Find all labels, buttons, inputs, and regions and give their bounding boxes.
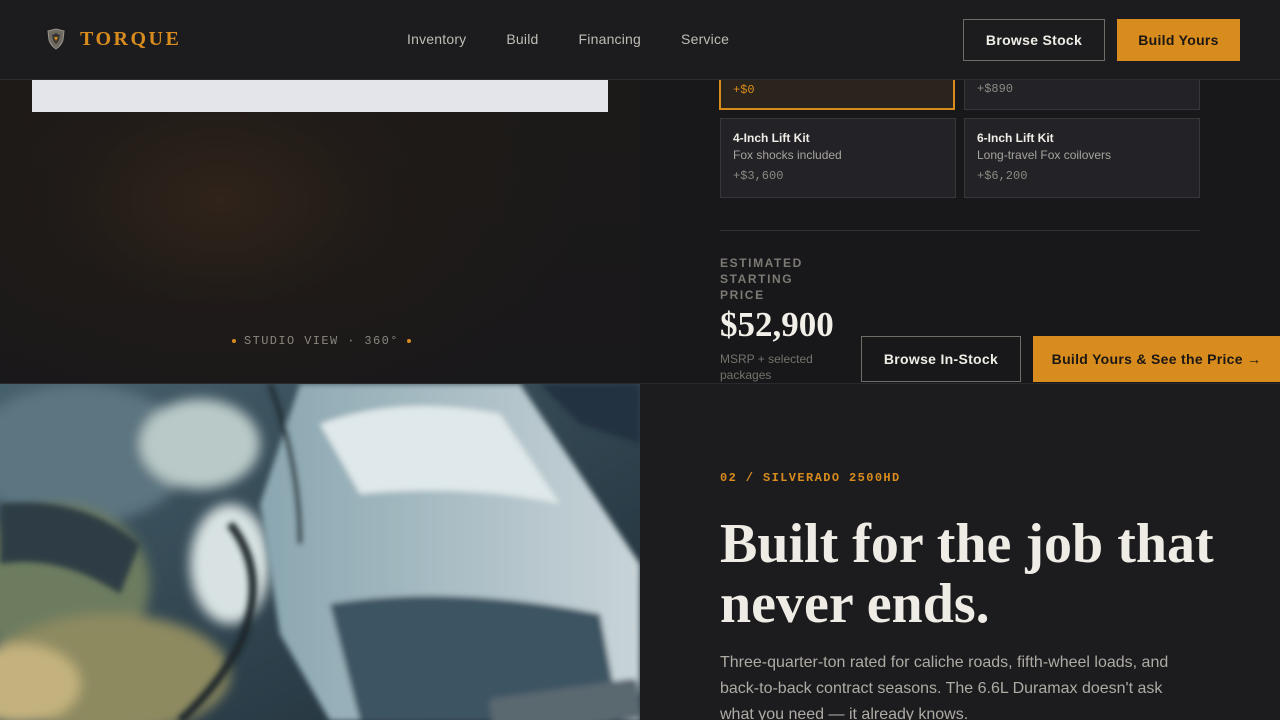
- option-card-6-inch-lift[interactable]: 6-Inch Lift Kit Long-travel Fox coilover…: [964, 118, 1200, 198]
- option-price: +$0: [733, 83, 755, 97]
- studio-caption: STUDIO VIEW · 360°: [232, 334, 411, 348]
- feature-body: Three-quarter-ton rated for caliche road…: [720, 654, 1169, 720]
- brand-logo[interactable]: TORQUE: [44, 27, 181, 51]
- nav-item-build[interactable]: Build: [506, 31, 538, 47]
- browse-in-stock-button[interactable]: Browse In-Stock: [861, 336, 1021, 382]
- page: STUDIO VIEW · 360° +$0 +$890 4-Inch Lift…: [0, 0, 1280, 720]
- truck-photo-image: [0, 384, 640, 720]
- caption-dot-left: [232, 339, 236, 343]
- build-yours-button[interactable]: Build Yours: [1117, 19, 1240, 61]
- price-divider: [720, 230, 1200, 231]
- caption-dot-right: [406, 339, 411, 343]
- build-and-price-button[interactable]: Build Yours & See the Price →: [1033, 336, 1280, 382]
- nav-item-financing[interactable]: Financing: [579, 31, 642, 47]
- studio-caption-text: STUDIO VIEW · 360°: [244, 334, 399, 348]
- estimate-price: $52,900: [720, 305, 834, 344]
- feature-section: 02 / SILVERADO 2500HD Built for the job …: [0, 383, 1280, 720]
- option-subtitle: Fox shocks included: [733, 148, 842, 162]
- shield-crest-icon: [47, 28, 65, 50]
- site-header: TORQUE Inventory Build Financing Service…: [0, 0, 1280, 80]
- studio-image-panel: [32, 80, 608, 112]
- option-card-4-inch-lift[interactable]: 4-Inch Lift Kit Fox shocks included +$3,…: [720, 118, 956, 198]
- nav-item-inventory[interactable]: Inventory: [407, 31, 466, 47]
- option-price: +$890: [977, 82, 1014, 96]
- truck-photo: [0, 384, 640, 720]
- feature-headline: Built for the job that never ends.: [720, 513, 1214, 635]
- option-price: +$6,200: [977, 169, 1028, 183]
- estimate-label: ESTIMATED STARTING PRICE: [720, 256, 803, 302]
- brand-name: TORQUE: [80, 27, 182, 50]
- option-title: 4-Inch Lift Kit: [733, 131, 810, 145]
- nav-item-service[interactable]: Service: [681, 31, 729, 47]
- option-title: 6-Inch Lift Kit: [977, 131, 1054, 145]
- browse-stock-button[interactable]: Browse Stock: [963, 19, 1105, 61]
- option-subtitle: Long-travel Fox coilovers: [977, 148, 1112, 162]
- main-nav: Inventory Build Financing Service: [407, 31, 729, 47]
- estimate-note: MSRP + selected packages: [720, 352, 813, 382]
- option-price: +$3,600: [733, 169, 784, 183]
- feature-eyebrow: 02 / SILVERADO 2500HD: [720, 471, 901, 485]
